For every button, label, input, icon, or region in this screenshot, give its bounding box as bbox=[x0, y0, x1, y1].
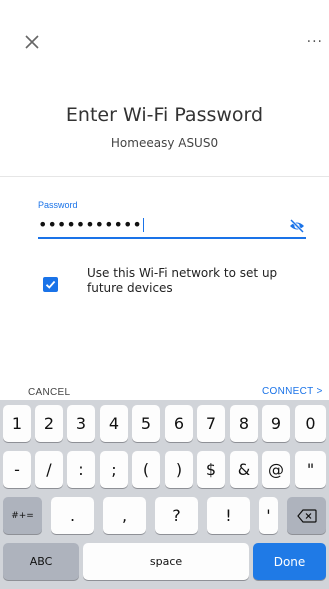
key-9[interactable]: 9 bbox=[262, 405, 290, 442]
key-colon[interactable]: : bbox=[67, 451, 95, 488]
key-exclamation[interactable]: ! bbox=[207, 497, 250, 534]
key-7[interactable]: 7 bbox=[197, 405, 225, 442]
key-open-paren[interactable]: ( bbox=[132, 451, 160, 488]
key-comma[interactable]: , bbox=[103, 497, 146, 534]
abc-key[interactable]: ABC bbox=[3, 543, 79, 580]
key-slash[interactable]: / bbox=[35, 451, 63, 488]
password-value: ••••••••••• bbox=[38, 215, 142, 234]
connect-button[interactable]: CONNECT > bbox=[262, 386, 323, 397]
key-2[interactable]: 2 bbox=[35, 405, 63, 442]
key-8[interactable]: 8 bbox=[230, 405, 258, 442]
done-key[interactable]: Done bbox=[253, 543, 326, 580]
more-options-icon[interactable]: ... bbox=[307, 30, 323, 46]
key-ampersand[interactable]: & bbox=[230, 451, 258, 488]
page-title: Enter Wi-Fi Password bbox=[65, 104, 264, 126]
key-apostrophe[interactable]: ' bbox=[259, 497, 278, 534]
key-3[interactable]: 3 bbox=[67, 405, 95, 442]
network-name: Homeeasy ASUS0 bbox=[110, 136, 219, 150]
key-4[interactable]: 4 bbox=[100, 405, 128, 442]
key-0[interactable]: 0 bbox=[295, 405, 326, 442]
divider bbox=[0, 176, 329, 177]
text-cursor bbox=[142, 218, 144, 232]
close-icon[interactable] bbox=[22, 32, 42, 52]
key-dollar[interactable]: $ bbox=[197, 451, 225, 488]
key-period[interactable]: . bbox=[51, 497, 94, 534]
password-underline bbox=[38, 237, 306, 239]
cancel-button[interactable]: CANCEL bbox=[28, 387, 70, 398]
password-label: Password bbox=[38, 200, 78, 210]
key-question[interactable]: ? bbox=[155, 497, 198, 534]
key-close-paren[interactable]: ) bbox=[165, 451, 193, 488]
backspace-icon bbox=[296, 508, 317, 523]
symbols-key[interactable]: #+= bbox=[3, 497, 42, 534]
eye-off-icon[interactable] bbox=[289, 219, 305, 233]
checkmark-icon bbox=[45, 280, 56, 289]
key-quote[interactable]: " bbox=[295, 451, 326, 488]
key-6[interactable]: 6 bbox=[165, 405, 193, 442]
key-hyphen[interactable]: - bbox=[3, 451, 31, 488]
key-5[interactable]: 5 bbox=[132, 405, 160, 442]
keyboard: 1 2 3 4 5 6 7 8 9 0 - / : ; ( ) $ & @ " … bbox=[0, 400, 329, 589]
wifi-password-screen: ... Enter Wi-Fi Password Homeeasy ASUS0 … bbox=[0, 0, 329, 400]
remember-network-checkbox[interactable] bbox=[43, 277, 58, 292]
key-semicolon[interactable]: ; bbox=[100, 451, 128, 488]
space-key[interactable]: space bbox=[83, 543, 249, 580]
key-at[interactable]: @ bbox=[262, 451, 290, 488]
key-1[interactable]: 1 bbox=[3, 405, 31, 442]
password-input[interactable]: ••••••••••• bbox=[38, 216, 144, 234]
remember-network-label: Use this Wi-Fi network to set up future … bbox=[87, 266, 278, 295]
backspace-key[interactable] bbox=[287, 497, 326, 534]
